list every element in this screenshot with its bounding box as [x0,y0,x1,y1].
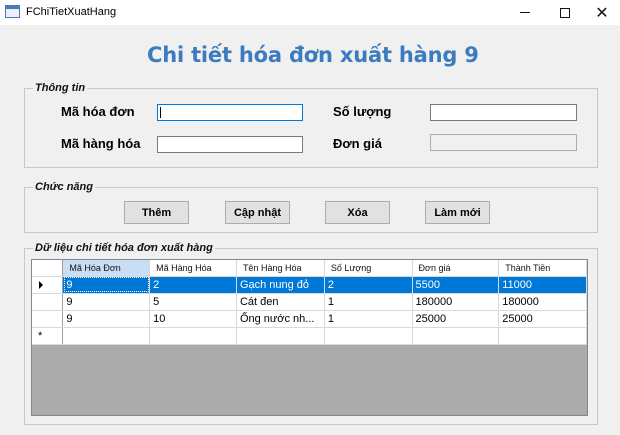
minimize-button[interactable] [507,0,543,25]
table-cell[interactable]: 180000 [498,293,587,311]
invoice-detail-grid[interactable]: Mã Hóa Đơn Mã Hàng Hóa Tên Hàng Hóa Số L… [31,259,588,416]
table-cell[interactable]: 1 [324,310,413,328]
table-cell[interactable]: 9 [62,293,151,311]
table-cell[interactable] [498,327,587,345]
delete-button[interactable]: Xóa [325,201,390,224]
window-title: FChiTietXuatHang [26,6,117,18]
column-header-so-luong[interactable]: Số Lượng [324,260,413,277]
column-header-ma-hang-hoa[interactable]: Mã Hàng Hóa [149,260,237,277]
add-button[interactable]: Thêm [124,201,189,224]
table-cell[interactable]: 5 [149,293,237,311]
grid-corner-header[interactable] [32,260,64,277]
update-button[interactable]: Cập nhật [225,201,290,224]
table-cell[interactable]: 2 [149,276,237,294]
table-cell[interactable]: 5500 [412,276,500,294]
table-cell[interactable]: 1 [324,293,413,311]
table-cell[interactable]: Gạch nung đỏ [236,276,325,294]
table-cell[interactable] [62,327,151,345]
table-cell[interactable]: Ống nước nh... [236,310,325,328]
data-group-legend: Dữ liệu chi tiết hóa đơn xuất hàng [35,242,213,254]
maximize-icon [560,7,570,18]
text-caret [160,107,161,118]
new-row-asterisk-icon: * [38,329,43,342]
ma-hang-hoa-label: Mã hàng hóa [61,136,141,151]
app-window-icon [5,5,20,18]
info-group-legend: Thông tin [35,82,86,94]
table-cell[interactable]: 9 [62,276,151,294]
don-gia-input [430,134,577,151]
row-header-current[interactable] [32,276,64,294]
grid-table: Mã Hóa Đơn Mã Hàng Hóa Tên Hàng Hóa Số L… [32,260,587,345]
table-cell[interactable]: 2 [324,276,413,294]
table-cell[interactable]: Cát đen [236,293,325,311]
function-group: Chức năng [24,181,598,233]
table-row[interactable]: 9 5 Cát đen 1 180000 180000 [32,293,587,311]
table-cell[interactable]: 25000 [498,310,587,328]
maximize-button[interactable] [547,0,583,25]
column-header-ten-hang-hoa[interactable]: Tên Hàng Hóa [236,260,325,277]
table-cell[interactable] [149,327,237,345]
row-header[interactable] [32,310,64,328]
column-header-ma-hoa-don[interactable]: Mã Hóa Đơn [62,260,151,277]
function-group-legend: Chức năng [35,181,93,193]
table-cell[interactable] [412,327,500,345]
ma-hoa-don-input[interactable] [157,104,303,121]
column-header-don-gia[interactable]: Đơn giá [412,260,500,277]
table-cell[interactable]: 25000 [412,310,500,328]
row-header-new[interactable]: * [32,327,64,345]
table-cell[interactable]: 11000 [498,276,587,294]
current-row-arrow-icon [39,280,43,289]
info-group: Thông tin [24,82,598,168]
table-row[interactable]: 9 10 Ống nước nh... 1 25000 25000 [32,310,587,328]
grid-header-row: Mã Hóa Đơn Mã Hàng Hóa Tên Hàng Hóa Số L… [32,260,587,277]
minimize-icon [520,12,530,13]
so-luong-input[interactable] [430,104,577,121]
column-header-thanh-tien[interactable]: Thành Tiền [498,260,587,277]
ma-hoa-don-label: Mã hóa đơn [61,104,135,119]
table-cell[interactable]: 10 [149,310,237,328]
table-cell[interactable] [324,327,413,345]
close-icon: ✕ [595,4,609,22]
don-gia-label: Đơn giá [333,136,382,151]
ma-hang-hoa-input[interactable] [157,136,303,153]
table-cell[interactable]: 180000 [412,293,500,311]
refresh-button[interactable]: Làm mới [425,201,490,224]
close-button[interactable]: ✕ [584,0,620,25]
table-row[interactable]: 9 2 Gạch nung đỏ 2 5500 11000 [32,276,587,294]
form-heading: Chi tiết hóa đơn xuất hàng 9 [147,43,479,67]
table-cell[interactable]: 9 [62,310,151,328]
new-row[interactable]: * [32,327,587,345]
title-bar: FChiTietXuatHang ✕ [0,0,620,25]
table-cell[interactable] [236,327,325,345]
so-luong-label: Số lượng [333,104,392,119]
row-header[interactable] [32,293,64,311]
